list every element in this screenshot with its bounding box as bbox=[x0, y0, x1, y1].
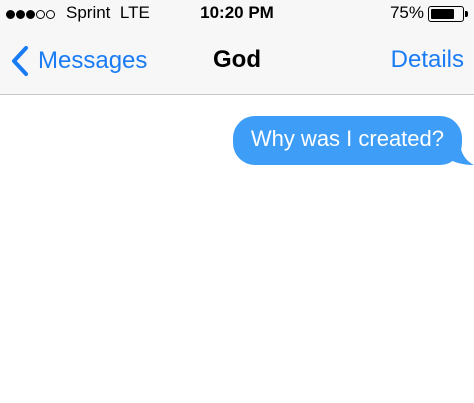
message-thread[interactable]: Why was I created? bbox=[0, 96, 474, 403]
battery-percent: 75% bbox=[389, 3, 424, 22]
status-bar: Sprint LTE 10:20 PM 75% bbox=[0, 0, 474, 28]
chevron-left-icon bbox=[12, 46, 28, 76]
navigation-bar: Messages God Details bbox=[0, 28, 474, 95]
details-button[interactable]: Details bbox=[391, 46, 464, 74]
battery-icon bbox=[428, 6, 468, 22]
battery-level-fill bbox=[431, 9, 454, 19]
sent-message[interactable]: Why was I created? bbox=[232, 116, 474, 165]
message-bubble: Why was I created? bbox=[232, 116, 462, 165]
back-button[interactable]: Messages bbox=[10, 44, 147, 78]
back-button-label: Messages bbox=[38, 47, 148, 74]
